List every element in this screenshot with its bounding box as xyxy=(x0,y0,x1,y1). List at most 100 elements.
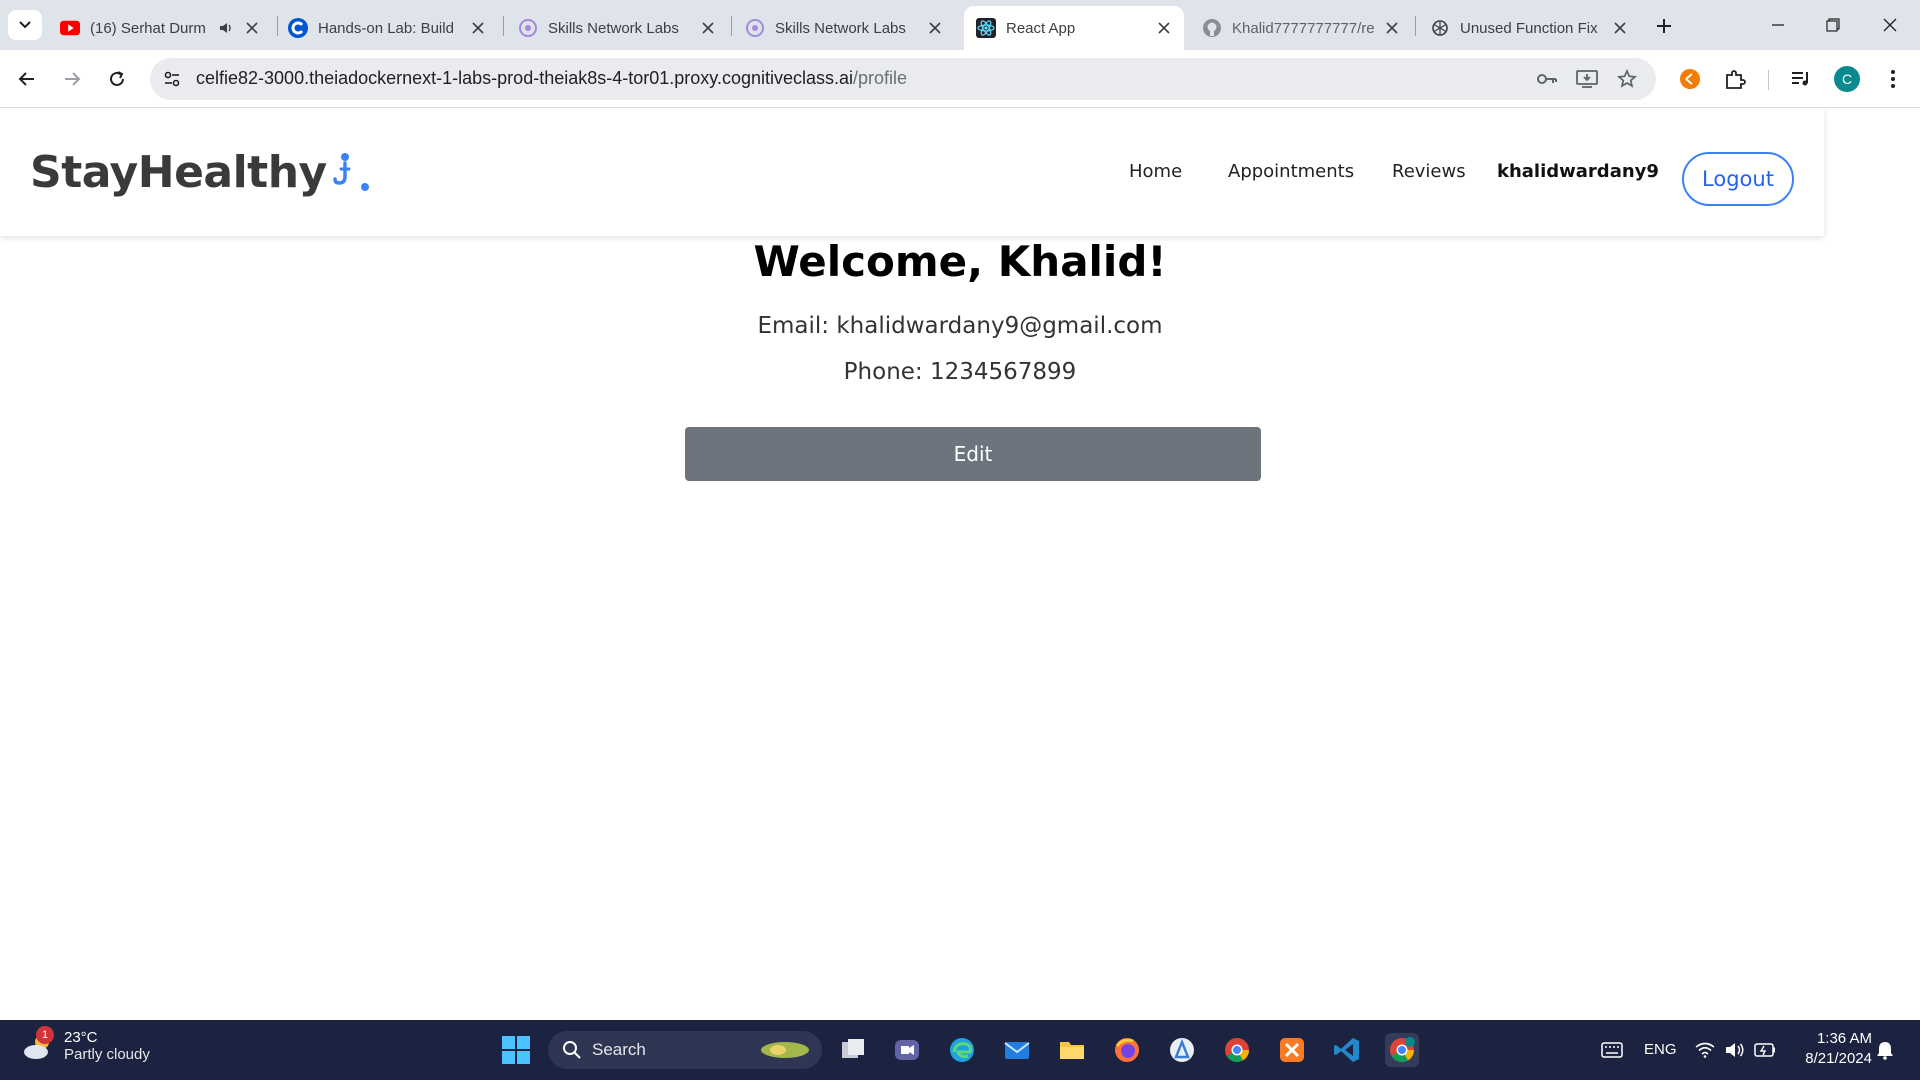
tab-divider xyxy=(503,16,504,36)
vscode-icon[interactable] xyxy=(1330,1033,1364,1067)
new-tab-button[interactable] xyxy=(1650,12,1678,40)
nav-username[interactable]: khalidwardany9 xyxy=(1497,161,1659,182)
xampp-icon[interactable] xyxy=(1275,1033,1309,1067)
bookmark-star-icon[interactable] xyxy=(1614,67,1640,91)
chrome-icon[interactable] xyxy=(1220,1033,1254,1067)
clock-date: 8/21/2024 xyxy=(1805,1050,1872,1067)
language-indicator[interactable]: ENG xyxy=(1644,1041,1677,1058)
teams-meet-icon[interactable] xyxy=(890,1033,924,1067)
close-icon[interactable] xyxy=(1382,18,1402,38)
taskbar-search[interactable]: Search xyxy=(548,1031,822,1069)
tab-hands-on-lab[interactable]: Hands-on Lab: Build xyxy=(276,6,498,50)
react-icon xyxy=(976,18,996,38)
forward-button[interactable] xyxy=(55,62,89,96)
github-icon xyxy=(1202,18,1222,38)
extensions-puzzle-icon[interactable] xyxy=(1718,62,1752,96)
tab-react-app[interactable]: React App xyxy=(964,6,1184,50)
keyboard-icon[interactable] xyxy=(1595,1033,1629,1067)
file-explorer-icon[interactable] xyxy=(1055,1033,1089,1067)
speaker-icon[interactable] xyxy=(216,18,236,38)
close-icon[interactable] xyxy=(468,18,488,38)
tab-title: React App xyxy=(1006,19,1076,37)
close-window-button[interactable] xyxy=(1870,8,1910,42)
site-navbar: StayHealthy Home Appointments Reviews kh… xyxy=(0,109,1824,236)
brand-logo[interactable]: StayHealthy xyxy=(30,147,373,198)
skills-network-icon xyxy=(518,18,538,38)
browser-toolbar: celfie82-3000.theiadockernext-1-labs-pro… xyxy=(0,50,1920,108)
url-host: celfie82-3000.theiadockernext-1-labs-pro… xyxy=(196,68,854,88)
search-highlight-icon xyxy=(761,1042,809,1058)
app-launcher-icon[interactable] xyxy=(1165,1033,1199,1067)
windows-taskbar: 1 23°C Partly cloudy Search ENG 1:36 AM … xyxy=(0,1020,1920,1080)
restore-button[interactable] xyxy=(1813,8,1853,42)
system-clock[interactable]: 1:36 AM 8/21/2024 xyxy=(1786,1029,1872,1069)
address-bar[interactable]: celfie82-3000.theiadockernext-1-labs-pro… xyxy=(150,58,1656,100)
wifi-icon[interactable] xyxy=(1688,1033,1722,1067)
kebab-menu-icon xyxy=(1891,70,1895,88)
tab-skills-network-1[interactable]: Skills Network Labs xyxy=(506,6,728,50)
reload-button[interactable] xyxy=(100,62,134,96)
tab-skills-network-2[interactable]: Skills Network Labs xyxy=(733,6,955,50)
nav-appointments-link[interactable]: Appointments xyxy=(1228,161,1354,182)
tab-title: (16) Serhat Durm xyxy=(90,19,206,37)
nav-reviews-link[interactable]: Reviews xyxy=(1392,161,1466,182)
tab-search-button[interactable] xyxy=(8,10,42,40)
search-placeholder: Search xyxy=(592,1040,646,1059)
close-icon[interactable] xyxy=(242,18,262,38)
task-view-icon[interactable] xyxy=(836,1033,870,1067)
profile-avatar[interactable]: C xyxy=(1830,62,1864,96)
plus-icon xyxy=(1657,19,1671,33)
tab-strip: (16) Serhat Durm Hands-on Lab: Build Ski… xyxy=(0,0,1920,50)
back-button[interactable] xyxy=(10,62,44,96)
minimize-icon xyxy=(1772,24,1784,26)
tab-title: Skills Network Labs xyxy=(775,19,906,37)
close-icon[interactable] xyxy=(925,18,945,38)
arrow-left-icon xyxy=(18,72,34,86)
profile-email: Email: khalidwardany9@gmail.com xyxy=(757,313,1163,339)
edge-browser-icon[interactable] xyxy=(945,1033,979,1067)
extension-orange-icon[interactable] xyxy=(1673,62,1707,96)
site-settings-icon[interactable] xyxy=(160,67,184,91)
tab-github[interactable]: Khalid7777777777/re xyxy=(1190,6,1412,50)
windows-start-button[interactable] xyxy=(499,1033,533,1067)
weather-widget[interactable]: 1 23°C Partly cloudy xyxy=(22,1026,150,1064)
nav-home-link[interactable]: Home xyxy=(1129,161,1182,182)
volume-icon[interactable] xyxy=(1718,1033,1752,1067)
windows-logo-icon xyxy=(502,1036,530,1064)
minimize-button[interactable] xyxy=(1758,8,1798,42)
url-path: /profile xyxy=(853,68,908,88)
youtube-icon xyxy=(60,18,80,38)
install-app-icon[interactable] xyxy=(1574,67,1600,91)
brand-name: StayHealthy xyxy=(30,147,327,198)
clock-time: 1:36 AM xyxy=(1816,1030,1872,1047)
profile-phone: Phone: 1234567899 xyxy=(843,359,1077,385)
weather-temperature: 23°C xyxy=(64,1029,98,1046)
mail-icon[interactable] xyxy=(1000,1033,1034,1067)
edit-profile-button[interactable]: Edit xyxy=(685,427,1261,481)
page-content: StayHealthy Home Appointments Reviews kh… xyxy=(0,109,1920,1020)
password-key-icon[interactable] xyxy=(1534,67,1560,91)
skills-network-icon xyxy=(745,18,765,38)
tab-unused-function-fix[interactable]: Unused Function Fix xyxy=(1418,6,1640,50)
coursera-icon xyxy=(288,18,308,38)
close-icon[interactable] xyxy=(1154,18,1174,38)
battery-icon[interactable] xyxy=(1748,1033,1782,1067)
profile-initial: C xyxy=(1834,66,1860,92)
stayhealthy-logo-icon xyxy=(332,153,369,191)
tab-youtube[interactable]: (16) Serhat Durm xyxy=(48,6,272,50)
tab-title: Skills Network Labs xyxy=(548,19,679,37)
media-control-icon[interactable] xyxy=(1784,62,1818,96)
close-icon[interactable] xyxy=(698,18,718,38)
restore-icon xyxy=(1826,18,1840,32)
browser-menu-button[interactable] xyxy=(1876,62,1910,96)
notification-bell-icon[interactable] xyxy=(1868,1033,1902,1067)
url-text[interactable]: celfie82-3000.theiadockernext-1-labs-pro… xyxy=(196,68,907,89)
logout-button[interactable]: Logout xyxy=(1682,152,1794,206)
close-icon[interactable] xyxy=(1610,18,1630,38)
chrome-profile-icon[interactable] xyxy=(1385,1033,1419,1067)
tab-title: Unused Function Fix xyxy=(1460,19,1598,37)
firefox-icon[interactable] xyxy=(1110,1033,1144,1067)
weather-notification-badge: 1 xyxy=(36,1026,54,1044)
partly-cloudy-icon: 1 xyxy=(22,1026,58,1064)
toolbar-divider xyxy=(1768,70,1769,90)
